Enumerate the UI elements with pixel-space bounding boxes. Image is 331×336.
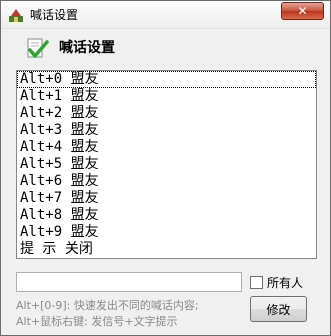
close-button[interactable]: ✕ — [281, 2, 324, 20]
list-item[interactable]: Alt+6 盟友 — [17, 173, 316, 190]
title-bar[interactable]: 喊话设置 ✕ — [1, 1, 330, 29]
all-players-checkbox[interactable] — [250, 276, 263, 289]
header-title: 喊话设置 — [59, 40, 115, 56]
list-item[interactable]: Alt+5 盟友 — [17, 156, 316, 173]
modify-button[interactable]: 修改 — [250, 296, 307, 322]
check-document-icon — [27, 38, 49, 58]
modify-button-label: 修改 — [266, 302, 291, 317]
window-title: 喊话设置 — [30, 8, 79, 22]
all-players-label[interactable]: 所有人 — [267, 274, 303, 291]
hint-line-2: Alt+鼠标右键: 发信号+文字提示 — [16, 315, 178, 328]
list-item[interactable]: Alt+2 盟友 — [17, 105, 316, 122]
list-item[interactable]: Alt+3 盟友 — [17, 122, 316, 139]
header-area: 喊话设置 — [2, 30, 329, 65]
list-item[interactable]: Alt+8 盟友 — [17, 207, 316, 224]
list-item[interactable]: Alt+7 盟友 — [17, 190, 316, 207]
shout-settings-window: 喊话设置 ✕ 喊话设置 Alt+0 盟友 Alt+1 盟友 Alt+2 盟友 Alt+… — [0, 0, 331, 336]
list-item[interactable]: Alt+1 盟友 — [17, 88, 316, 105]
list-item[interactable]: Alt+9 盟友 — [17, 224, 316, 241]
hint-line-1: Alt+[0-9]: 快速发出不同的喊话内容; — [16, 299, 199, 312]
list-item[interactable]: Alt+0 盟友 — [17, 71, 316, 88]
shout-list[interactable]: Alt+0 盟友 Alt+1 盟友 Alt+2 盟友 Alt+3 盟友 Alt+4 盟友… — [16, 70, 317, 259]
app-icon — [9, 9, 23, 22]
list-item[interactable]: 提 示 关闭 — [17, 241, 316, 258]
close-icon: ✕ — [297, 4, 308, 18]
shout-text-input[interactable] — [16, 272, 242, 292]
list-item[interactable]: Alt+4 盟友 — [17, 139, 316, 156]
